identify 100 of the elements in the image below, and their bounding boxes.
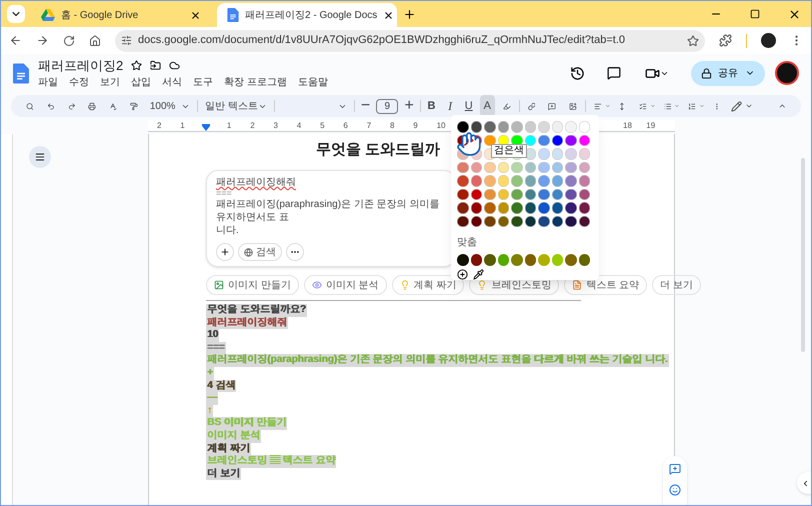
- menu-item[interactable]: 수정: [69, 75, 89, 90]
- color-swatch[interactable]: [538, 254, 550, 266]
- color-swatch[interactable]: [565, 148, 576, 160]
- color-swatch[interactable]: [498, 175, 509, 186]
- color-swatch[interactable]: [511, 188, 522, 200]
- color-swatch[interactable]: [484, 121, 496, 132]
- account-avatar[interactable]: [775, 61, 799, 85]
- color-swatch[interactable]: [484, 134, 496, 146]
- color-swatch[interactable]: [578, 216, 590, 227]
- emoji-icon[interactable]: [669, 484, 681, 496]
- add-color-icon[interactable]: [457, 268, 468, 280]
- color-swatch[interactable]: [552, 188, 563, 200]
- search-button[interactable]: 검색: [238, 243, 282, 261]
- color-swatch[interactable]: [578, 162, 590, 173]
- zoom-dropdown[interactable]: 100%: [146, 98, 194, 114]
- color-swatch[interactable]: [498, 216, 509, 227]
- color-swatch[interactable]: [552, 216, 563, 227]
- color-swatch[interactable]: [457, 254, 468, 266]
- color-swatch[interactable]: [538, 188, 550, 200]
- bold-button[interactable]: B: [424, 95, 440, 117]
- color-swatch[interactable]: [524, 162, 536, 173]
- numbered-list-icon[interactable]: [688, 100, 696, 112]
- color-swatch[interactable]: [511, 175, 522, 186]
- color-swatch[interactable]: [498, 121, 509, 132]
- suggestion-chip[interactable]: 이미지 만들기: [206, 275, 299, 295]
- color-swatch[interactable]: [524, 188, 536, 200]
- color-swatch[interactable]: [565, 188, 576, 200]
- menu-item[interactable]: 파일: [38, 75, 58, 90]
- color-swatch[interactable]: [552, 148, 563, 160]
- folder-icon[interactable]: [150, 60, 162, 71]
- menu-item[interactable]: 서식: [162, 75, 182, 90]
- underline-button[interactable]: U: [460, 95, 477, 117]
- font-size-field[interactable]: 9: [376, 98, 398, 114]
- bookmark-icon[interactable]: [687, 34, 699, 46]
- italic-button[interactable]: I: [442, 95, 458, 117]
- color-swatch[interactable]: [511, 121, 522, 132]
- color-swatch[interactable]: [457, 121, 468, 132]
- comments-icon[interactable]: [607, 66, 621, 80]
- color-swatch[interactable]: [457, 216, 468, 227]
- outline-button[interactable]: [29, 146, 51, 168]
- menu-item[interactable]: 삽입: [131, 75, 151, 90]
- color-swatch[interactable]: [578, 121, 590, 132]
- menu-item[interactable]: 확장 프로그램: [224, 75, 287, 90]
- color-swatch[interactable]: [470, 188, 482, 200]
- color-swatch[interactable]: [538, 134, 550, 146]
- add-comment-icon[interactable]: [548, 100, 556, 112]
- redo-icon[interactable]: [68, 100, 76, 112]
- color-swatch[interactable]: [470, 121, 482, 132]
- color-swatch[interactable]: [457, 188, 468, 200]
- eyedropper-icon[interactable]: [473, 268, 484, 280]
- color-swatch[interactable]: [470, 202, 482, 214]
- reload-icon[interactable]: [63, 34, 75, 46]
- new-tab-icon[interactable]: [403, 8, 416, 21]
- color-swatch[interactable]: [552, 254, 563, 266]
- close-icon[interactable]: [788, 8, 801, 21]
- menu-item[interactable]: 도움말: [298, 75, 328, 90]
- spellcheck-icon[interactable]: [109, 100, 118, 112]
- color-swatch[interactable]: [552, 162, 563, 173]
- color-swatch[interactable]: [498, 254, 509, 266]
- share-button[interactable]: 공유: [691, 60, 765, 86]
- color-swatch[interactable]: [511, 254, 522, 266]
- menu-item[interactable]: 도구: [193, 75, 213, 90]
- color-swatch[interactable]: [498, 202, 509, 214]
- address-bar[interactable]: docs.google.com/document/d/1v8UUrA7OjqvG62pOE1BWDzhgghi6ruZ_qOrmhNuJTec/edit?tab=t.0: [115, 30, 705, 52]
- line-spacing-icon[interactable]: [618, 100, 626, 112]
- suggestion-chip[interactable]: 더 보기: [652, 275, 701, 295]
- color-swatch[interactable]: [524, 175, 536, 186]
- extensions-icon[interactable]: [719, 34, 732, 47]
- color-swatch[interactable]: [565, 202, 576, 214]
- color-swatch[interactable]: [578, 188, 590, 200]
- color-swatch[interactable]: [524, 121, 536, 132]
- editing-mode-button[interactable]: [731, 100, 754, 112]
- style-dropdown[interactable]: 일반 텍스트: [201, 98, 271, 114]
- color-swatch[interactable]: [470, 175, 482, 186]
- color-swatch[interactable]: [524, 202, 536, 214]
- more-button[interactable]: [286, 243, 304, 261]
- profile-avatar[interactable]: [761, 33, 776, 48]
- close-icon[interactable]: [383, 10, 394, 20]
- color-swatch[interactable]: [565, 216, 576, 227]
- color-swatch[interactable]: [538, 202, 550, 214]
- color-swatch[interactable]: [538, 162, 550, 173]
- color-swatch[interactable]: [578, 202, 590, 214]
- color-swatch[interactable]: [470, 162, 482, 173]
- increase-size-button[interactable]: +: [401, 95, 417, 117]
- search-icon[interactable]: [26, 100, 34, 112]
- color-swatch[interactable]: [457, 162, 468, 173]
- suggestion-chip[interactable]: 이미지 분석: [304, 275, 387, 295]
- color-swatch[interactable]: [552, 202, 563, 214]
- color-swatch[interactable]: [484, 162, 496, 173]
- browser-tab[interactable]: 홈 - Google Drive: [31, 3, 211, 27]
- color-swatch[interactable]: [524, 254, 536, 266]
- color-swatch[interactable]: [470, 254, 482, 266]
- site-info-icon[interactable]: [121, 35, 132, 46]
- color-swatch[interactable]: [484, 188, 496, 200]
- color-swatch[interactable]: [578, 134, 590, 146]
- color-swatch[interactable]: [538, 121, 550, 132]
- color-swatch[interactable]: [457, 175, 468, 186]
- menu-item[interactable]: 보기: [100, 75, 120, 90]
- color-swatch[interactable]: [565, 162, 576, 173]
- link-icon[interactable]: [528, 100, 536, 112]
